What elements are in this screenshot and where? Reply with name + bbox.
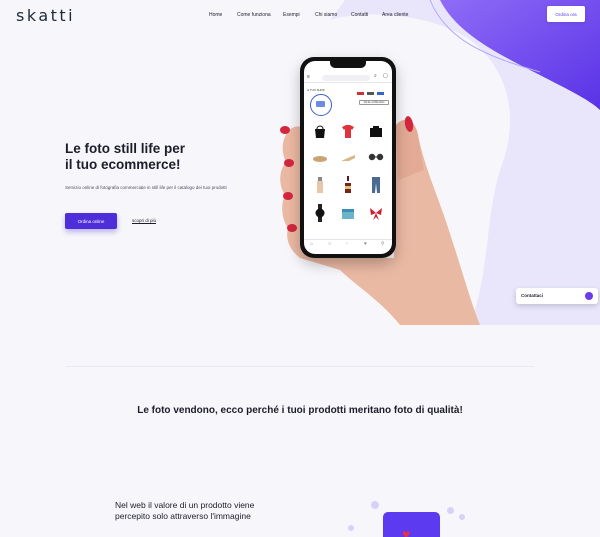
nav-item-esempi[interactable]: Esempi	[283, 12, 300, 18]
search-tab-icon: ○	[328, 241, 332, 247]
web-section-line-2: percepito solo attraverso l'immagine	[115, 511, 251, 521]
hero-title-line-2: il tuo ecommerce!	[65, 157, 181, 172]
search-icon: ⌕	[374, 73, 377, 79]
order-now-button[interactable]: Ordina ora	[547, 6, 585, 22]
heels-icon	[336, 145, 360, 169]
ribbon-bow-icon: ♥	[402, 526, 411, 537]
menu-icon: ≡	[307, 74, 310, 80]
jeans-icon	[364, 173, 388, 197]
learn-more-link[interactable]: scopri di più	[132, 218, 157, 224]
grid-icon: ▫	[346, 241, 348, 247]
app-search-bar	[322, 75, 370, 81]
like-bubble-icon	[371, 501, 379, 509]
nav-item-contatti[interactable]: Contatti	[351, 12, 368, 18]
second-phone-mockup: ♥	[383, 512, 440, 537]
order-online-button[interactable]: Ordina online	[65, 213, 117, 229]
user-icon: ⚲	[381, 241, 385, 247]
nav-item-area-cliente[interactable]: Area cliente	[382, 12, 408, 18]
phone-screen: ≡ ⌕ ▢ IL TUO SHOP VAI AL CATALOGO ⌂ ○ ▫ …	[304, 61, 392, 254]
nav-item-chi-siamo[interactable]: Chi siamo	[315, 12, 337, 18]
hero-title: Le foto still life per il tuo ecommerce!	[65, 141, 185, 173]
watch-icon	[308, 201, 332, 225]
nav-item-come-funziona[interactable]: Come funziona	[237, 12, 271, 18]
brand-logo[interactable]: skatti	[16, 6, 75, 25]
nav-item-home[interactable]: Home	[209, 12, 222, 18]
contact-widget-label: Contattaci	[521, 293, 544, 298]
quality-section-title: Le foto vendono, ecco perché i tuoi prod…	[137, 405, 463, 416]
chat-bubble-icon	[348, 525, 354, 531]
home-icon: ⌂	[310, 241, 314, 247]
section-divider	[66, 366, 534, 367]
sunglasses-icon	[364, 145, 388, 169]
shoes-icon	[308, 145, 332, 169]
perfume-icon	[308, 173, 332, 197]
bag-icon	[364, 119, 388, 143]
contact-widget[interactable]: Contattaci	[516, 288, 598, 304]
heart-icon: ♥	[364, 241, 367, 247]
ribbon-icon	[364, 201, 388, 225]
hero-title-line-1: Le foto still life per	[65, 141, 186, 156]
phone-mockup: ≡ ⌕ ▢ IL TUO SHOP VAI AL CATALOGO ⌂ ○ ▫ …	[300, 57, 396, 258]
tshirt-icon	[336, 119, 360, 143]
phone-notch	[330, 61, 366, 68]
web-section-text: Nel web il valore di un prodotto viene p…	[115, 500, 254, 522]
app-header: ≡ ⌕ ▢	[304, 73, 392, 83]
cart-icon: ▢	[383, 73, 388, 79]
hero-subtitle: Servizio online di fotografia commercial…	[65, 185, 227, 190]
web-section-line-1: Nel web il valore di un prodotto viene	[115, 500, 255, 510]
bottle-icon	[336, 173, 360, 197]
shop-avatar	[310, 94, 332, 116]
star-bubble-icon	[447, 507, 454, 514]
handbag-icon	[308, 119, 332, 143]
shop-label: IL TUO SHOP	[307, 88, 325, 92]
catalog-button: VAI AL CATALOGO	[359, 100, 389, 105]
gift-box-icon	[336, 201, 360, 225]
heart-bubble-icon	[459, 514, 465, 520]
shop-flags	[357, 92, 384, 95]
app-tab-bar: ⌂ ○ ▫ ♥ ⚲	[304, 239, 392, 250]
chat-icon	[585, 292, 593, 300]
